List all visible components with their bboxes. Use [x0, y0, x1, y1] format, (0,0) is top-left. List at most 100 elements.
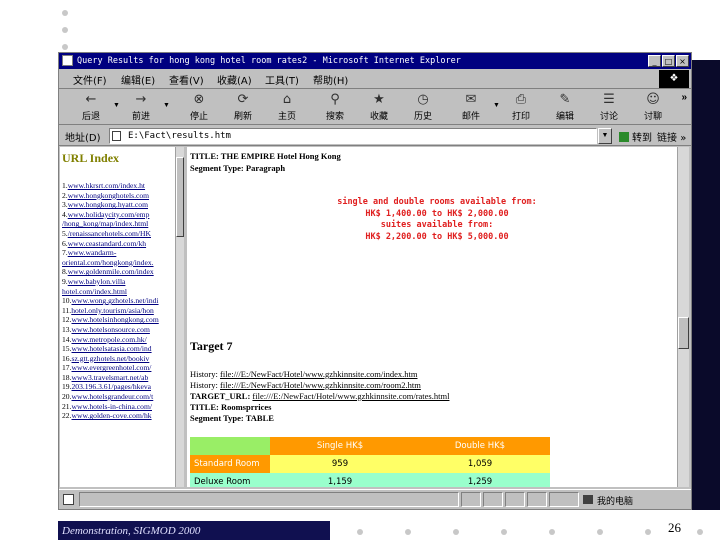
- maximize-button[interactable]: □: [662, 55, 675, 67]
- list-item: 2.www.hongkonghotels.com: [62, 191, 174, 201]
- bullet-dot: [645, 529, 651, 535]
- toolbar-button[interactable]: ☰ 讨论: [589, 92, 629, 124]
- url-link[interactable]: www.hotelsonsource.com: [72, 325, 150, 334]
- menu-tools[interactable]: 工具(T): [265, 72, 299, 87]
- minimize-button[interactable]: _: [648, 55, 661, 67]
- url-link[interactable]: www.hotels-in-china.com/: [72, 402, 153, 411]
- url-link[interactable]: www.goldenmile.com/index: [68, 267, 154, 276]
- toolbar-button-label: 前进: [131, 112, 150, 122]
- address-input[interactable]: E:\Fact\results.htm: [109, 128, 597, 144]
- list-item: 21.www.hotels-in-china.com/: [62, 402, 174, 412]
- url-link[interactable]: www.hongkong.hyatt.com: [68, 200, 148, 209]
- page-icon: [112, 131, 121, 141]
- url-link[interactable]: sz.gtt.gzhotels.net/bookiv: [72, 354, 150, 363]
- list-item: 8.www.goldenmile.com/index: [62, 267, 174, 277]
- url-link[interactable]: /hong_kong/map/index.html: [62, 219, 148, 228]
- list-item: 17.www.evergreenhotel.com/: [62, 363, 174, 373]
- url-link[interactable]: /renaissancehotels.com/HK: [68, 229, 151, 238]
- computer-icon: [583, 495, 593, 504]
- url-link[interactable]: oriental.com/hongkong/index.: [62, 258, 154, 267]
- toolbar-button-label: 收藏: [369, 112, 388, 122]
- bullet-dot: [62, 27, 68, 33]
- dropdown-arrow-icon[interactable]: ▼: [113, 102, 120, 109]
- favorites-icon: ★: [373, 92, 385, 107]
- left-scroll-thumb[interactable]: [176, 157, 184, 237]
- target-heading: Target 7: [190, 339, 233, 353]
- list-item: 22.www.golden-cove.com/hk: [62, 411, 174, 421]
- url-link[interactable]: hotel.only.tourism/asia/hon: [71, 306, 154, 315]
- status-cell: [505, 492, 525, 507]
- address-dropdown-button[interactable]: ▼: [598, 128, 612, 144]
- url-link[interactable]: www.wong.gzhotels.net/indi: [72, 296, 159, 305]
- list-item: 16.sz.gtt.gzhotels.net/bookiv: [62, 354, 174, 364]
- history-line: History: file:///E:/NewFact/Hotel/www.gz…: [190, 369, 418, 379]
- url-link[interactable]: www.hotelsatasia.com/ind: [72, 344, 152, 353]
- list-item-number: 21.: [62, 401, 72, 411]
- chevron-more-icon[interactable]: »: [681, 92, 687, 103]
- url-link[interactable]: www.wandarm-: [68, 248, 117, 257]
- close-button[interactable]: ×: [676, 55, 689, 67]
- bullet-dot: [62, 10, 68, 16]
- toolbar-button[interactable]: ★ 收藏: [359, 92, 399, 124]
- url-link[interactable]: 203.196.3.61/pages/hkeva: [72, 382, 152, 391]
- bullet-dot: [453, 529, 459, 535]
- url-link[interactable]: www3.travelsmart.net/ab: [72, 373, 149, 382]
- url-link[interactable]: www.hotelsgrandeur.com/t: [72, 392, 154, 401]
- toolbar-button[interactable]: ⚲ 搜索: [315, 92, 355, 124]
- list-item-number: 15.: [62, 344, 72, 354]
- url-link[interactable]: www.holidaycity.com/emp: [68, 210, 150, 219]
- url-link[interactable]: www.hkrsrt.com/index.ht: [68, 181, 145, 190]
- list-item-number: 12.: [62, 315, 72, 325]
- url-link[interactable]: www.golden-cove.com/hk: [72, 411, 152, 420]
- slide: Query Results for hong kong hotel room r…: [0, 0, 720, 540]
- table-cell: 1,259: [410, 473, 550, 487]
- rate-line: single and double rooms available from:: [337, 197, 537, 207]
- right-scrollbar[interactable]: [677, 147, 689, 487]
- url-link[interactable]: www.ceastandard.com/kh: [68, 239, 146, 248]
- menu-edit[interactable]: 编辑(E): [121, 72, 155, 87]
- list-item-number: 17.: [62, 363, 72, 373]
- url-link[interactable]: www.metropole.com.hk/: [72, 335, 147, 344]
- url-link[interactable]: hotel.com/index.html: [62, 287, 127, 296]
- go-button[interactable]: 转到: [619, 129, 652, 144]
- toolbar-button[interactable]: ⌂ 主页: [267, 92, 307, 124]
- dropdown-arrow-icon[interactable]: ▼: [163, 102, 170, 109]
- list-item: 14.www.metropole.com.hk/: [62, 335, 174, 345]
- menu-help[interactable]: 帮助(H): [313, 72, 348, 87]
- list-item: oriental.com/hongkong/index.: [62, 258, 174, 268]
- address-bar: 地址(D) E:\Fact\results.htm ▼ 转到 链接 »: [59, 126, 691, 146]
- toolbar-button[interactable]: ◷ 历史: [403, 92, 443, 124]
- toolbar-button[interactable]: ⟳ 刷新: [223, 92, 263, 124]
- dropdown-arrow-icon[interactable]: ▼: [493, 102, 500, 109]
- list-item: 11.hotel.only.tourism/asia/hon: [62, 306, 174, 316]
- history-link[interactable]: file:///E:/NewFact/Hotel/www.gzhkinnsite…: [220, 369, 418, 379]
- url-link[interactable]: www.evergreenhotel.com/: [72, 363, 152, 372]
- toolbar-button[interactable]: ⊗ 停止: [179, 92, 219, 124]
- menu-view[interactable]: 查看(V): [169, 72, 204, 87]
- messenger-icon: ☺: [646, 92, 660, 107]
- toolbar-button[interactable]: → 前进: [121, 92, 161, 124]
- go-arrow-icon: [619, 132, 629, 142]
- list-item: 15.www.hotelsatasia.com/ind: [62, 344, 174, 354]
- list-item: 9.www.babylon.villa: [62, 277, 174, 287]
- right-scroll-thumb[interactable]: [678, 317, 689, 349]
- table-cell: 959: [270, 455, 410, 473]
- toolbar-button[interactable]: ✉ 邮件: [451, 92, 491, 124]
- links-button[interactable]: 链接 »: [657, 129, 686, 144]
- menu-favorites[interactable]: 收藏(A): [217, 72, 252, 87]
- menu-file[interactable]: 文件(F): [73, 72, 107, 87]
- target-url-link[interactable]: file:///E:/NewFact/Hotel/www.gzhkinnsite…: [252, 391, 449, 401]
- toolbar-button[interactable]: ☺ 讨聊: [633, 92, 673, 124]
- toolbar-button[interactable]: ✎ 编辑: [545, 92, 585, 124]
- toolbar-button[interactable]: ← 后退: [71, 92, 111, 124]
- segment-type-2-text: Segment Type: TABLE: [190, 413, 274, 423]
- url-link[interactable]: www.hongkonghotels.com: [68, 191, 149, 200]
- list-item: 13.www.hotelsonsource.com: [62, 325, 174, 335]
- list-item: /hong_kong/map/index.html: [62, 219, 174, 229]
- url-link[interactable]: www.hotelsinhongkong.com: [72, 315, 159, 324]
- left-scrollbar[interactable]: [175, 147, 184, 487]
- toolbar-button[interactable]: ⎙ 打印: [501, 92, 541, 124]
- search-icon: ⚲: [330, 92, 340, 107]
- url-link[interactable]: www.babylon.villa: [68, 277, 126, 286]
- history-link[interactable]: file:///E:/NewFact/Hotel/www.gzhkinnsite…: [220, 380, 421, 390]
